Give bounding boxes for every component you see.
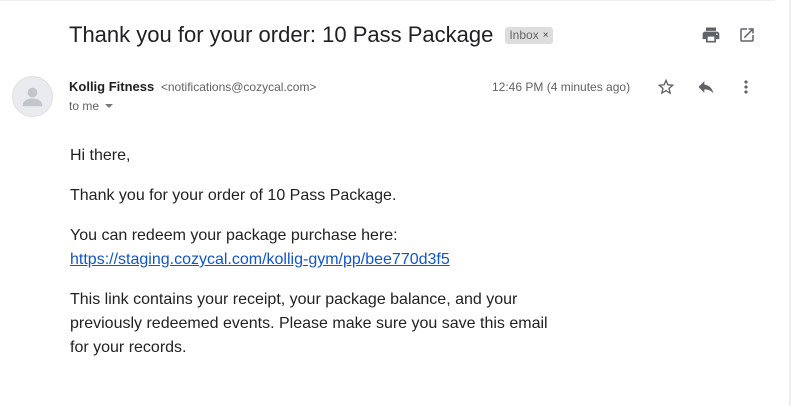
message-body: Hi there, Thank you for your order of 10… — [70, 144, 570, 376]
remove-label-icon[interactable]: × — [543, 30, 549, 41]
star-icon[interactable] — [655, 76, 677, 98]
body-order-line: Thank you for your order of 10 Pass Pack… — [70, 187, 397, 204]
body-redeem-paragraph: You can redeem your package purchase her… — [70, 224, 570, 272]
subject-row: Thank you for your order: 10 Pass Packag… — [69, 19, 553, 51]
body-greeting: Hi there, — [70, 147, 131, 164]
package-redeem-link[interactable]: https://staging.cozycal.com/kollig-gym/p… — [70, 251, 450, 268]
body-info-paragraph: This link contains your receipt, your pa… — [70, 291, 548, 356]
message-actions — [655, 76, 757, 98]
sender-line: Kollig Fitness <notifications@cozycal.co… — [69, 79, 316, 94]
email-view: Thank you for your order: 10 Pass Packag… — [0, 0, 791, 406]
recipient-details-toggle[interactable]: to me — [69, 99, 114, 113]
sender-avatar[interactable] — [12, 76, 53, 117]
inbox-label-chip[interactable]: Inbox × — [505, 26, 553, 44]
more-vert-icon[interactable] — [735, 76, 757, 98]
sender-name[interactable]: Kollig Fitness — [69, 79, 154, 94]
email-subject: Thank you for your order: 10 Pass Packag… — [69, 22, 494, 47]
print-icon[interactable] — [700, 24, 722, 46]
default-person-icon — [22, 87, 43, 107]
inbox-label-text: Inbox — [509, 28, 539, 42]
open-in-new-window-icon[interactable] — [736, 24, 758, 46]
body-redeem-line: You can redeem your package purchase her… — [70, 227, 398, 244]
thread-actions — [700, 24, 758, 46]
top-divider — [0, 0, 775, 1]
recipient-text: to me — [69, 99, 100, 113]
chevron-down-icon — [105, 104, 114, 108]
sender-email: <notifications@cozycal.com> — [160, 80, 317, 94]
reply-icon[interactable] — [695, 76, 717, 98]
message-timestamp: 12:46 PM (4 minutes ago) — [492, 80, 631, 94]
